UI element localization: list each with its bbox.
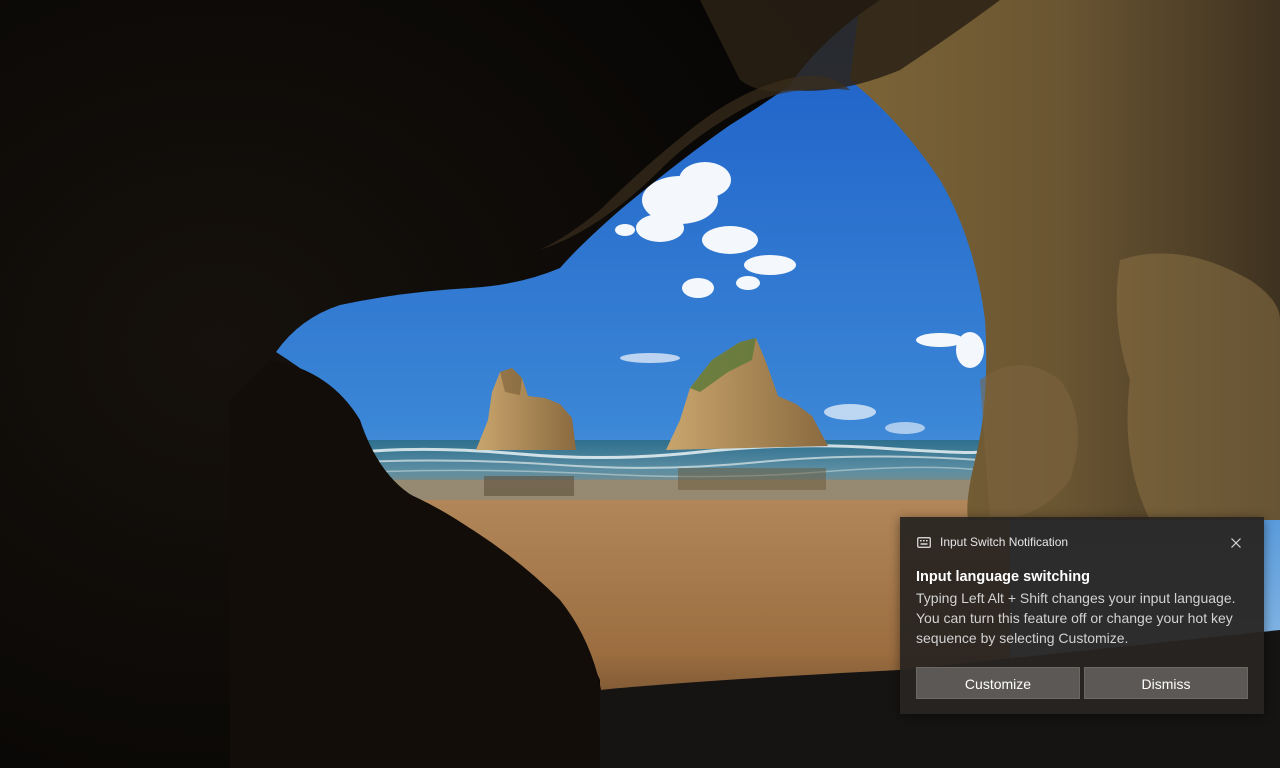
notification-actions: Customize Dismiss: [916, 667, 1249, 699]
close-icon[interactable]: [1226, 533, 1246, 553]
notification-body: Typing Left Alt + Shift changes your inp…: [916, 590, 1236, 646]
notification-app-name: Input Switch Notification: [940, 535, 1069, 549]
desktop: Input Switch Notification Input language…: [0, 0, 1280, 768]
input-switch-notification[interactable]: Input Switch Notification Input language…: [900, 517, 1264, 714]
keyboard-icon: [917, 537, 931, 548]
notification-title: Input language switching: [916, 569, 1090, 585]
dismiss-button[interactable]: Dismiss: [1084, 667, 1248, 699]
notification-header: Input Switch Notification: [900, 517, 1264, 563]
customize-button[interactable]: Customize: [916, 667, 1080, 699]
